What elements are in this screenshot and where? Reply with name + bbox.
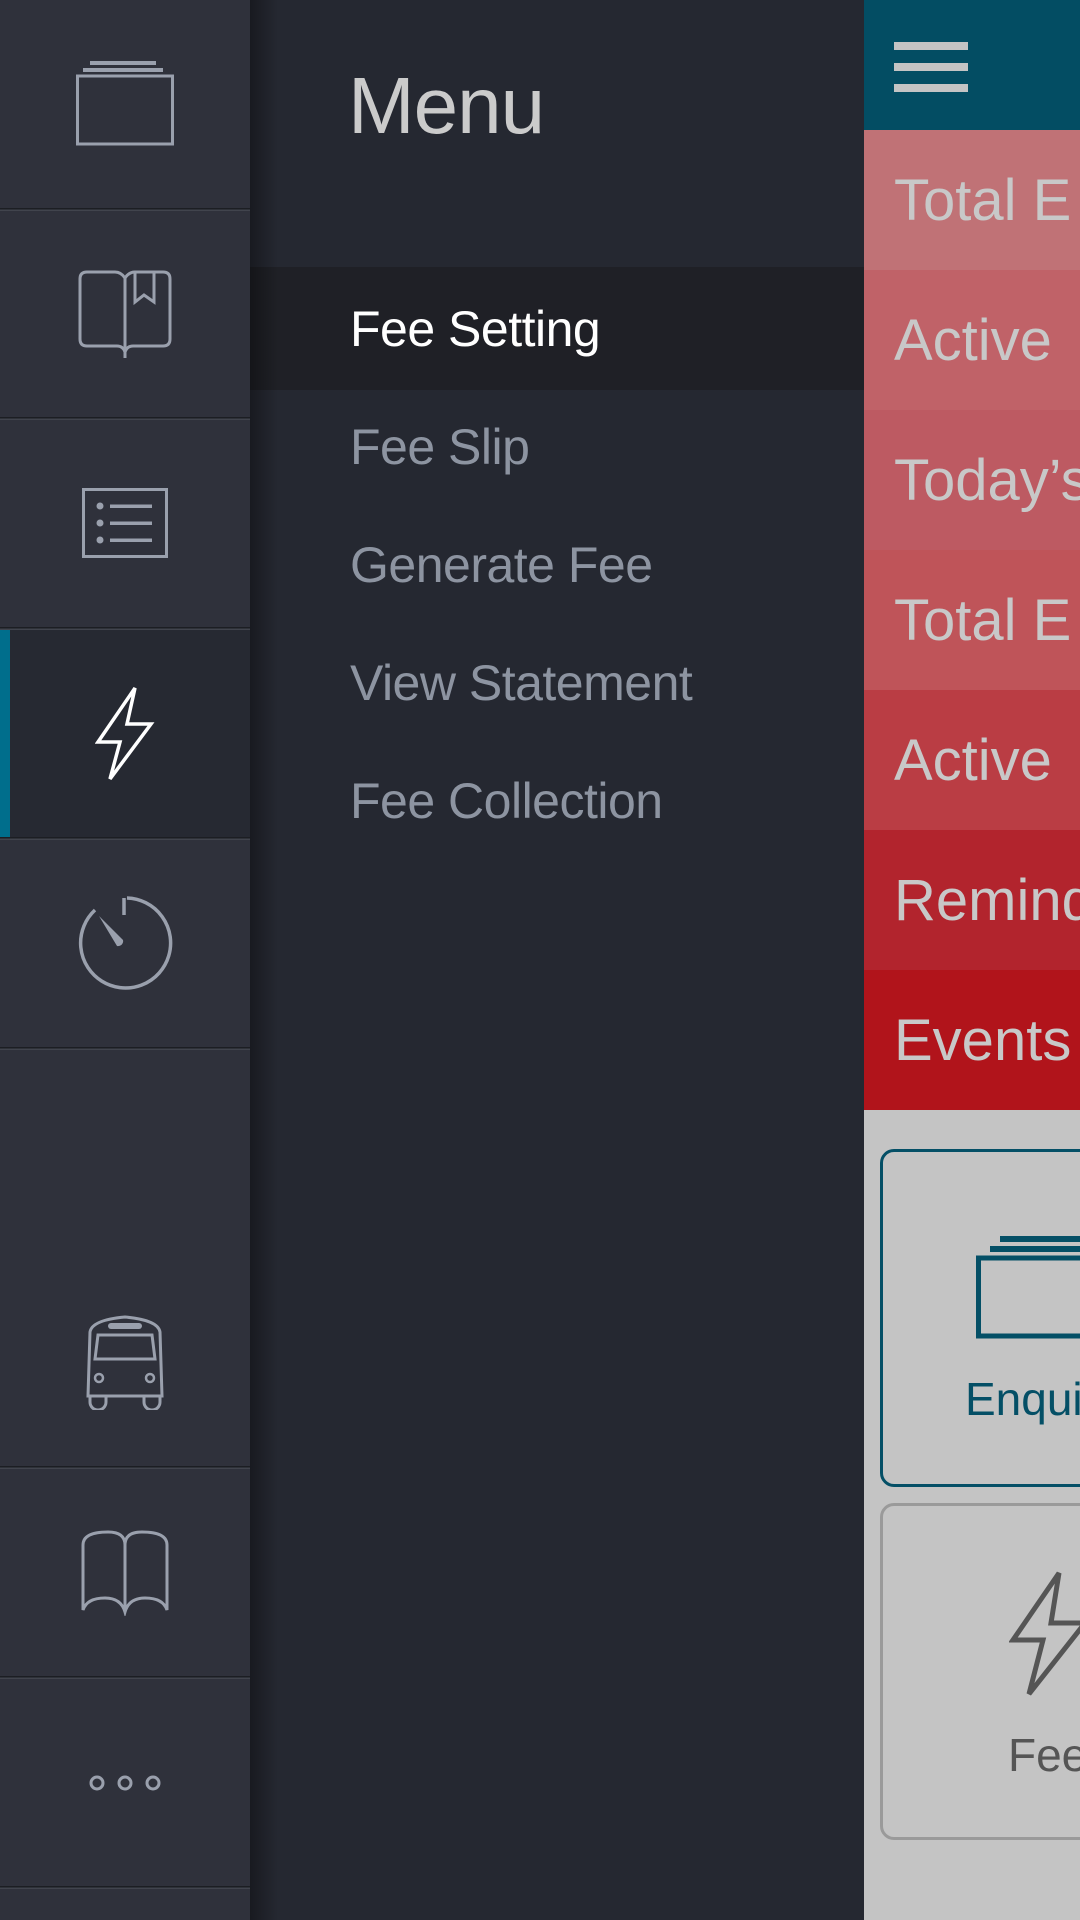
menu-item-fee-slip[interactable]: Fee Slip <box>250 385 864 508</box>
stat-row-active-2[interactable]: Active <box>864 690 1080 830</box>
lightning-bolt-icon <box>95 686 155 782</box>
sidebar-item-fee[interactable] <box>0 630 250 840</box>
stat-label: Active <box>894 307 1052 373</box>
sidebar-item-timer[interactable] <box>0 840 250 1050</box>
open-book-icon <box>81 1529 169 1616</box>
bus-icon <box>84 1314 166 1410</box>
stopwatch-icon <box>77 895 173 992</box>
stat-row-events[interactable]: Events <box>864 970 1080 1110</box>
menu-item-label: Fee Collection <box>350 772 663 829</box>
sidebar-item-enquiry[interactable] <box>0 0 250 211</box>
open-book-bookmark-icon <box>77 270 173 358</box>
dashboard-content: Total E Active Today’s Total E Active Re… <box>864 0 1080 1920</box>
stat-label: Total E <box>894 587 1072 653</box>
stat-label: Events <box>894 1007 1072 1073</box>
stat-row-total[interactable]: Total E <box>864 550 1080 690</box>
menu-item-generate-fee[interactable]: Generate Fee <box>250 503 864 626</box>
hamburger-icon[interactable] <box>894 42 968 92</box>
stat-label: Total E <box>894 167 1072 233</box>
top-app-bar <box>864 0 1080 130</box>
sidebar-item-more[interactable] <box>0 1679 250 1889</box>
folder-stack-icon <box>976 1214 1080 1345</box>
folder-stack-icon <box>75 61 175 147</box>
menu-item-label: View Statement <box>350 654 693 711</box>
menu-item-view-statement[interactable]: View Statement <box>250 621 864 744</box>
stat-row-reminders[interactable]: Remind <box>864 830 1080 970</box>
lightning-bolt-icon <box>1008 1570 1080 1703</box>
menu-panel: Menu Fee Setting Fee Slip Generate Fee V… <box>250 0 864 1920</box>
card-label: Fee <box>1008 1729 1080 1781</box>
stat-label: Active <box>894 727 1052 793</box>
stat-label: Today’s <box>894 447 1080 513</box>
icon-sidebar <box>0 0 250 1920</box>
stat-row-active[interactable]: Active <box>864 270 1080 410</box>
menu-item-label: Generate Fee <box>350 536 653 593</box>
card-label: Enqui <box>965 1373 1080 1425</box>
fee-card[interactable]: Fee <box>880 1503 1080 1840</box>
menu-item-fee-setting[interactable]: Fee Setting <box>250 267 864 390</box>
enquiry-card[interactable]: Enqui <box>880 1149 1080 1487</box>
menu-title: Menu <box>348 61 545 150</box>
stat-row-todays[interactable]: Today’s <box>864 410 1080 550</box>
stat-row-total-enquiry[interactable]: Total E <box>864 130 1080 270</box>
menu-item-label: Fee Slip <box>350 418 530 475</box>
list-icon <box>82 487 168 560</box>
sidebar-item-list[interactable] <box>0 420 250 630</box>
sidebar-item-transport[interactable] <box>0 1258 250 1469</box>
sidebar-item-library[interactable] <box>0 1469 250 1679</box>
menu-item-label: Fee Setting <box>350 300 601 357</box>
menu-item-fee-collection[interactable]: Fee Collection <box>250 739 864 862</box>
more-dots-icon <box>87 1773 163 1793</box>
sidebar-item-book[interactable] <box>0 211 250 420</box>
stat-label: Remind <box>894 867 1080 933</box>
